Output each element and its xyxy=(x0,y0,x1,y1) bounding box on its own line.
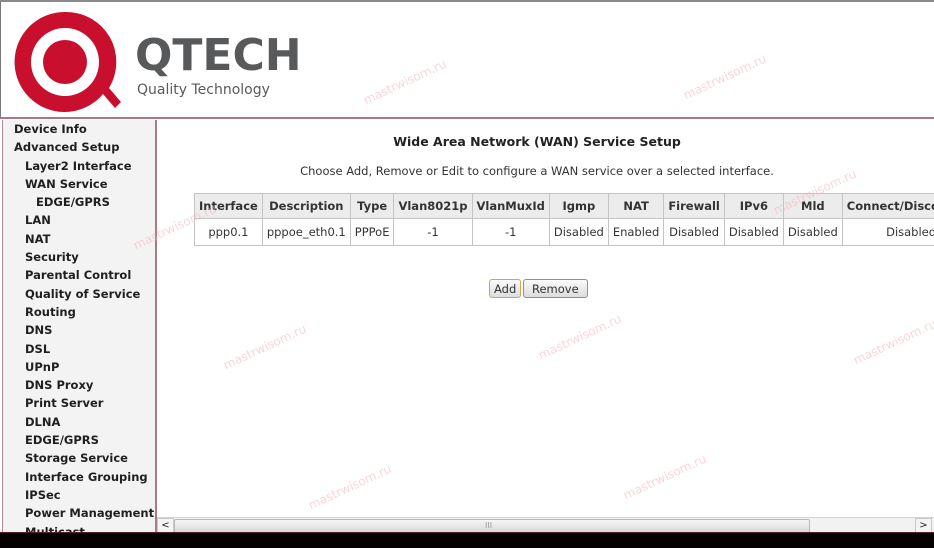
cell-igmp: Disabled xyxy=(549,219,608,246)
sidebar-item-layer2-interface[interactable]: Layer2 Interface xyxy=(3,157,155,175)
col-firewall: Firewall xyxy=(664,194,725,219)
sidebar-item-multicast[interactable]: Multicast xyxy=(3,523,155,532)
cell-ipv6: Disabled xyxy=(724,219,783,246)
add-button[interactable]: Add xyxy=(489,279,521,298)
sidebar-nav: Device Info Advanced Setup Layer2 Interf… xyxy=(2,120,157,532)
cell-connect-disconnect: Disabled xyxy=(842,219,934,246)
sidebar-item-routing[interactable]: Routing xyxy=(3,303,155,321)
col-description: Description xyxy=(262,194,350,219)
cell-vlanmuxid: -1 xyxy=(472,219,549,246)
sidebar-item-wan-service[interactable]: WAN Service xyxy=(3,175,155,193)
sidebar-item-print-server[interactable]: Print Server xyxy=(3,394,155,412)
sidebar-item-edge-gprs[interactable]: EDGE/GPRS xyxy=(3,431,155,449)
col-igmp: Igmp xyxy=(549,194,608,219)
sidebar-item-nat[interactable]: NAT xyxy=(3,230,155,248)
sidebar-item-dlna[interactable]: DLNA xyxy=(3,413,155,431)
cell-vlan8021p: -1 xyxy=(394,219,472,246)
sidebar-item-dsl[interactable]: DSL xyxy=(3,340,155,358)
wan-service-table: Interface Description Type Vlan8021p Vla… xyxy=(194,193,934,246)
bottom-bar xyxy=(0,532,934,548)
sidebar-item-dns[interactable]: DNS xyxy=(3,321,155,339)
cell-mld: Disabled xyxy=(783,219,842,246)
scrollbar-grip-icon: III xyxy=(485,520,492,532)
sidebar-item-parental-control[interactable]: Parental Control xyxy=(3,266,155,284)
col-vlanmuxid: VlanMuxId xyxy=(472,194,549,219)
sidebar-item-advanced-setup[interactable]: Advanced Setup xyxy=(3,138,155,156)
col-ipv6: IPv6 xyxy=(724,194,783,219)
sidebar-item-interface-grouping[interactable]: Interface Grouping xyxy=(3,468,155,486)
main-content: Wide Area Network (WAN) Service Setup Ch… xyxy=(157,120,934,517)
page-subtitle: Choose Add, Remove or Edit to configure … xyxy=(157,164,917,178)
col-nat: NAT xyxy=(608,194,663,219)
sidebar-item-lan[interactable]: LAN xyxy=(3,211,155,229)
sidebar-item-storage-service[interactable]: Storage Service xyxy=(3,449,155,467)
col-interface: Interface xyxy=(195,194,263,219)
sidebar-item-wan-edge-gprs[interactable]: EDGE/GPRS xyxy=(3,193,155,211)
sidebar-item-device-info[interactable]: Device Info xyxy=(3,120,155,138)
col-mld: Mld xyxy=(783,194,842,219)
col-connect-disconnect: Connect/Disconnect xyxy=(842,194,934,219)
header-banner: QTECH Quality Technology xyxy=(0,2,934,117)
sidebar-item-upnp[interactable]: UPnP xyxy=(3,358,155,376)
remove-button[interactable]: Remove xyxy=(523,279,588,298)
col-type: Type xyxy=(350,194,394,219)
table-header-row: Interface Description Type Vlan8021p Vla… xyxy=(195,194,934,219)
scrollbar-thumb[interactable]: III xyxy=(174,519,810,533)
qtech-logo-icon xyxy=(9,8,121,112)
page-title: Wide Area Network (WAN) Service Setup xyxy=(157,134,917,149)
header-divider xyxy=(0,117,934,119)
sidebar-item-quality-of-service[interactable]: Quality of Service xyxy=(3,285,155,303)
sidebar-item-power-management[interactable]: Power Management xyxy=(3,504,155,522)
cell-nat: Enabled xyxy=(608,219,663,246)
col-vlan8021p: Vlan8021p xyxy=(394,194,472,219)
sidebar-item-ipsec[interactable]: IPSec xyxy=(3,486,155,504)
sidebar-item-security[interactable]: Security xyxy=(3,248,155,266)
cell-firewall: Disabled xyxy=(664,219,725,246)
brand-tagline: Quality Technology xyxy=(137,82,270,98)
cell-interface: ppp0.1 xyxy=(195,219,263,246)
brand-name: QTECH xyxy=(135,30,302,81)
cell-description: pppoe_eth0.1 xyxy=(262,219,350,246)
cell-type: PPPoE xyxy=(350,219,394,246)
sidebar-item-dns-proxy[interactable]: DNS Proxy xyxy=(3,376,155,394)
horizontal-scrollbar[interactable]: < III > xyxy=(157,517,934,533)
table-row: ppp0.1 pppoe_eth0.1 PPPoE -1 -1 Disabled… xyxy=(195,219,934,246)
